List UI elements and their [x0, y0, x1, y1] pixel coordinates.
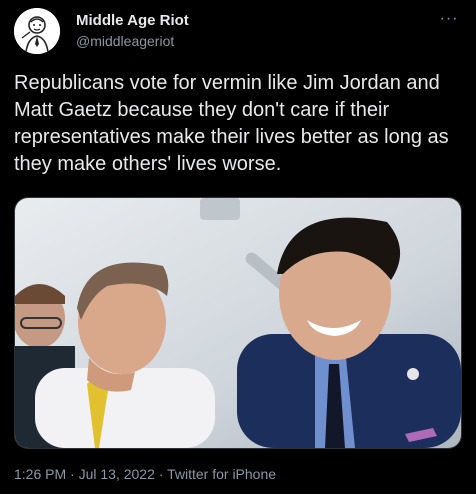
avatar[interactable] — [14, 8, 60, 54]
tweet-source[interactable]: Twitter for iPhone — [167, 466, 276, 482]
tweet-date[interactable]: Jul 13, 2022 — [79, 466, 155, 482]
tweet-time[interactable]: 1:26 PM — [14, 466, 66, 482]
tweet: Middle Age Riot @middleageriot ··· Repub… — [0, 0, 476, 494]
author-name[interactable]: Middle Age Riot — [76, 12, 189, 29]
avatar-illustration-icon — [14, 8, 60, 54]
tweet-photo[interactable] — [14, 197, 462, 449]
tweet-meta: 1:26 PM · Jul 13, 2022 · Twitter for iPh… — [14, 466, 276, 482]
author-handle[interactable]: @middleageriot — [76, 33, 174, 49]
more-options-icon[interactable]: ··· — [436, 10, 462, 30]
photo-illustration — [15, 198, 461, 448]
tweet-text: Republicans vote for vermin like Jim Jor… — [14, 72, 449, 175]
meta-separator: · — [70, 466, 75, 482]
meta-separator: · — [158, 466, 164, 482]
